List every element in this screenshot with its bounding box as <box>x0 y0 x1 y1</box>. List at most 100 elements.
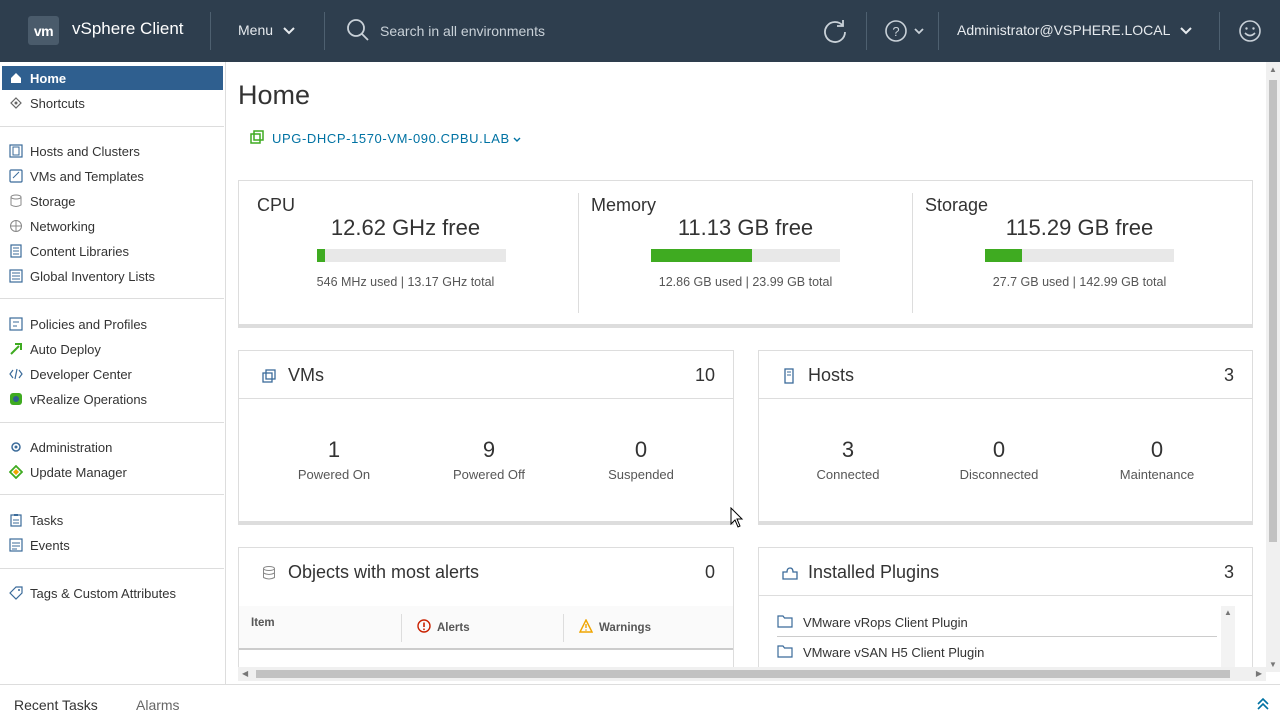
vms-suspended[interactable]: 0 Suspended <box>571 437 711 482</box>
plugins-count: 3 <box>1223 562 1234 582</box>
storage-icon <box>9 194 23 208</box>
stat-label: Powered Off <box>452 467 526 482</box>
sidebar-item-developer-center[interactable]: Developer Center <box>2 362 223 386</box>
alerts-card: Objects with most alerts 0 Item Alerts W… <box>238 547 734 672</box>
sidebar-item-label: Auto Deploy <box>30 341 101 357</box>
memory-panel: Memory 11.13 GB free 12.86 GB used | 23.… <box>579 193 912 313</box>
main-vertical-scrollbar[interactable]: ▲ ▼ <box>1266 62 1280 672</box>
chevron-down-icon <box>513 131 521 146</box>
events-icon <box>9 538 23 552</box>
sidebar-item-content-libraries[interactable]: Content Libraries <box>2 239 223 263</box>
column-divider <box>563 614 564 642</box>
main-content: Home UPG-DHCP-1570-VM-090.CPBU.LAB CPU 1… <box>226 62 1266 672</box>
header-divider <box>938 12 939 50</box>
environment-selector[interactable]: UPG-DHCP-1570-VM-090.CPBU.LAB <box>250 130 521 147</box>
column-label: Warnings <box>599 621 651 634</box>
plugins-scrollbar[interactable]: ▲ <box>1221 606 1235 670</box>
policies-icon <box>9 317 23 331</box>
main-horizontal-scrollbar[interactable]: ◀ ▶ <box>238 667 1266 681</box>
app-title[interactable]: vSphere Client <box>72 19 184 39</box>
plugin-item[interactable]: VMware vRops Client Plugin <box>777 607 1217 637</box>
mouse-cursor-icon <box>730 506 744 532</box>
sidebar-item-auto-deploy[interactable]: Auto Deploy <box>2 337 223 361</box>
chevron-down-icon <box>283 22 295 38</box>
column-header-warnings[interactable]: Warnings <box>578 618 651 636</box>
scroll-up-icon[interactable]: ▲ <box>1224 608 1232 617</box>
sidebar-item-label: Home <box>30 70 67 86</box>
storage-usage-bar <box>985 249 1174 262</box>
feedback-smiley-icon[interactable] <box>1238 19 1262 46</box>
sidebar-item-events[interactable]: Events <box>2 533 223 557</box>
scroll-thumb[interactable] <box>256 670 1230 678</box>
global-search[interactable] <box>346 18 766 44</box>
memory-detail: 12.86 GB used | 23.99 GB total <box>658 275 833 289</box>
tab-alarms[interactable]: Alarms <box>136 697 180 713</box>
hosts-count: 3 <box>1223 365 1234 385</box>
sidebar-item-policies-profiles[interactable]: Policies and Profiles <box>2 312 223 336</box>
header-divider <box>210 12 211 50</box>
developer-center-icon <box>9 367 23 381</box>
cpu-title: CPU <box>257 195 296 215</box>
sidebar-item-shortcuts[interactable]: Shortcuts <box>2 91 223 115</box>
sidebar-item-vms-templates[interactable]: VMs and Templates <box>2 164 223 188</box>
scroll-right-icon[interactable]: ▶ <box>1256 669 1262 678</box>
sidebar-item-global-inventory-lists[interactable]: Global Inventory Lists <box>2 264 223 288</box>
user-menu[interactable]: Administrator@VSPHERE.LOCAL <box>957 22 1192 38</box>
error-icon <box>417 619 431 636</box>
hosts-disconnected[interactable]: 0 Disconnected <box>929 437 1069 482</box>
sidebar-item-administration[interactable]: Administration <box>2 435 223 459</box>
menu-label: Menu <box>238 22 274 38</box>
menu-button[interactable]: Menu <box>238 22 295 38</box>
sidebar-item-storage[interactable]: Storage <box>2 189 223 213</box>
stat-value: 1 <box>327 437 341 462</box>
sidebar-item-label: Networking <box>30 218 96 234</box>
sidebar-item-tasks[interactable]: Tasks <box>2 508 223 532</box>
scroll-down-icon[interactable]: ▼ <box>1269 660 1277 669</box>
hosts-clusters-icon <box>9 144 23 158</box>
storage-panel: Storage 115.29 GB free 27.7 GB used | 14… <box>913 193 1246 313</box>
scroll-up-icon[interactable]: ▲ <box>1269 65 1277 74</box>
sidebar-item-networking[interactable]: Networking <box>2 214 223 238</box>
vm-logo[interactable]: vm <box>28 16 59 45</box>
sidebar-item-home[interactable]: Home <box>2 66 223 90</box>
storage-free: 115.29 GB free <box>1005 215 1154 240</box>
hosts-connected[interactable]: 3 Connected <box>778 437 918 482</box>
plugin-item[interactable]: VMware vSAN H5 Client Plugin <box>777 637 1217 667</box>
sidebar-item-tags-custom-attributes[interactable]: Tags & Custom Attributes <box>2 581 223 605</box>
sidebar-divider <box>0 422 224 423</box>
vm-icon <box>261 368 277 387</box>
sidebar-item-hosts-clusters[interactable]: Hosts and Clusters <box>2 139 223 163</box>
vms-powered-on[interactable]: 1 Powered On <box>264 437 404 482</box>
refresh-icon[interactable] <box>822 18 848 47</box>
scroll-left-icon[interactable]: ◀ <box>242 669 248 678</box>
inventory-lists-icon <box>9 269 23 283</box>
cpu-usage-bar <box>317 249 506 262</box>
bottom-panel-bar: Recent Tasks Alarms <box>0 684 1280 720</box>
svg-text:?: ? <box>892 24 899 39</box>
cpu-free: 12.62 GHz free <box>330 215 481 240</box>
sidebar-item-update-manager[interactable]: Update Manager <box>2 460 223 484</box>
top-header: vm vSphere Client Menu ? Administrator@V… <box>0 0 1280 62</box>
sidebar-item-label: Content Libraries <box>30 243 129 259</box>
tab-recent-tasks[interactable]: Recent Tasks <box>14 697 98 713</box>
hosts-maintenance[interactable]: 0 Maintenance <box>1087 437 1227 482</box>
vms-title: VMs <box>288 365 324 385</box>
chevron-down-icon <box>1180 22 1192 38</box>
column-header-alerts[interactable]: Alerts <box>417 619 470 636</box>
search-input[interactable] <box>380 23 740 39</box>
panel-divider <box>239 398 733 399</box>
vms-powered-off[interactable]: 9 Powered Off <box>419 437 559 482</box>
host-icon <box>781 368 797 387</box>
column-header-item[interactable]: Item <box>251 617 275 629</box>
panel-divider <box>759 595 1252 596</box>
hosts-card: Hosts 3 3 Connected 0 Disconnected 0 Mai… <box>758 350 1253 522</box>
stat-label: Maintenance <box>1119 467 1195 482</box>
expand-panel-icon[interactable] <box>1256 697 1270 714</box>
alerts-table-header: Item Alerts Warnings <box>239 606 733 650</box>
scroll-thumb[interactable] <box>1269 80 1277 542</box>
cpu-usage-fill <box>317 249 325 262</box>
sidebar-item-vrealize-operations[interactable]: vRealize Operations <box>2 387 223 411</box>
column-label: Alerts <box>437 621 470 634</box>
help-icon[interactable]: ? <box>884 19 924 46</box>
tasks-icon <box>9 513 23 527</box>
